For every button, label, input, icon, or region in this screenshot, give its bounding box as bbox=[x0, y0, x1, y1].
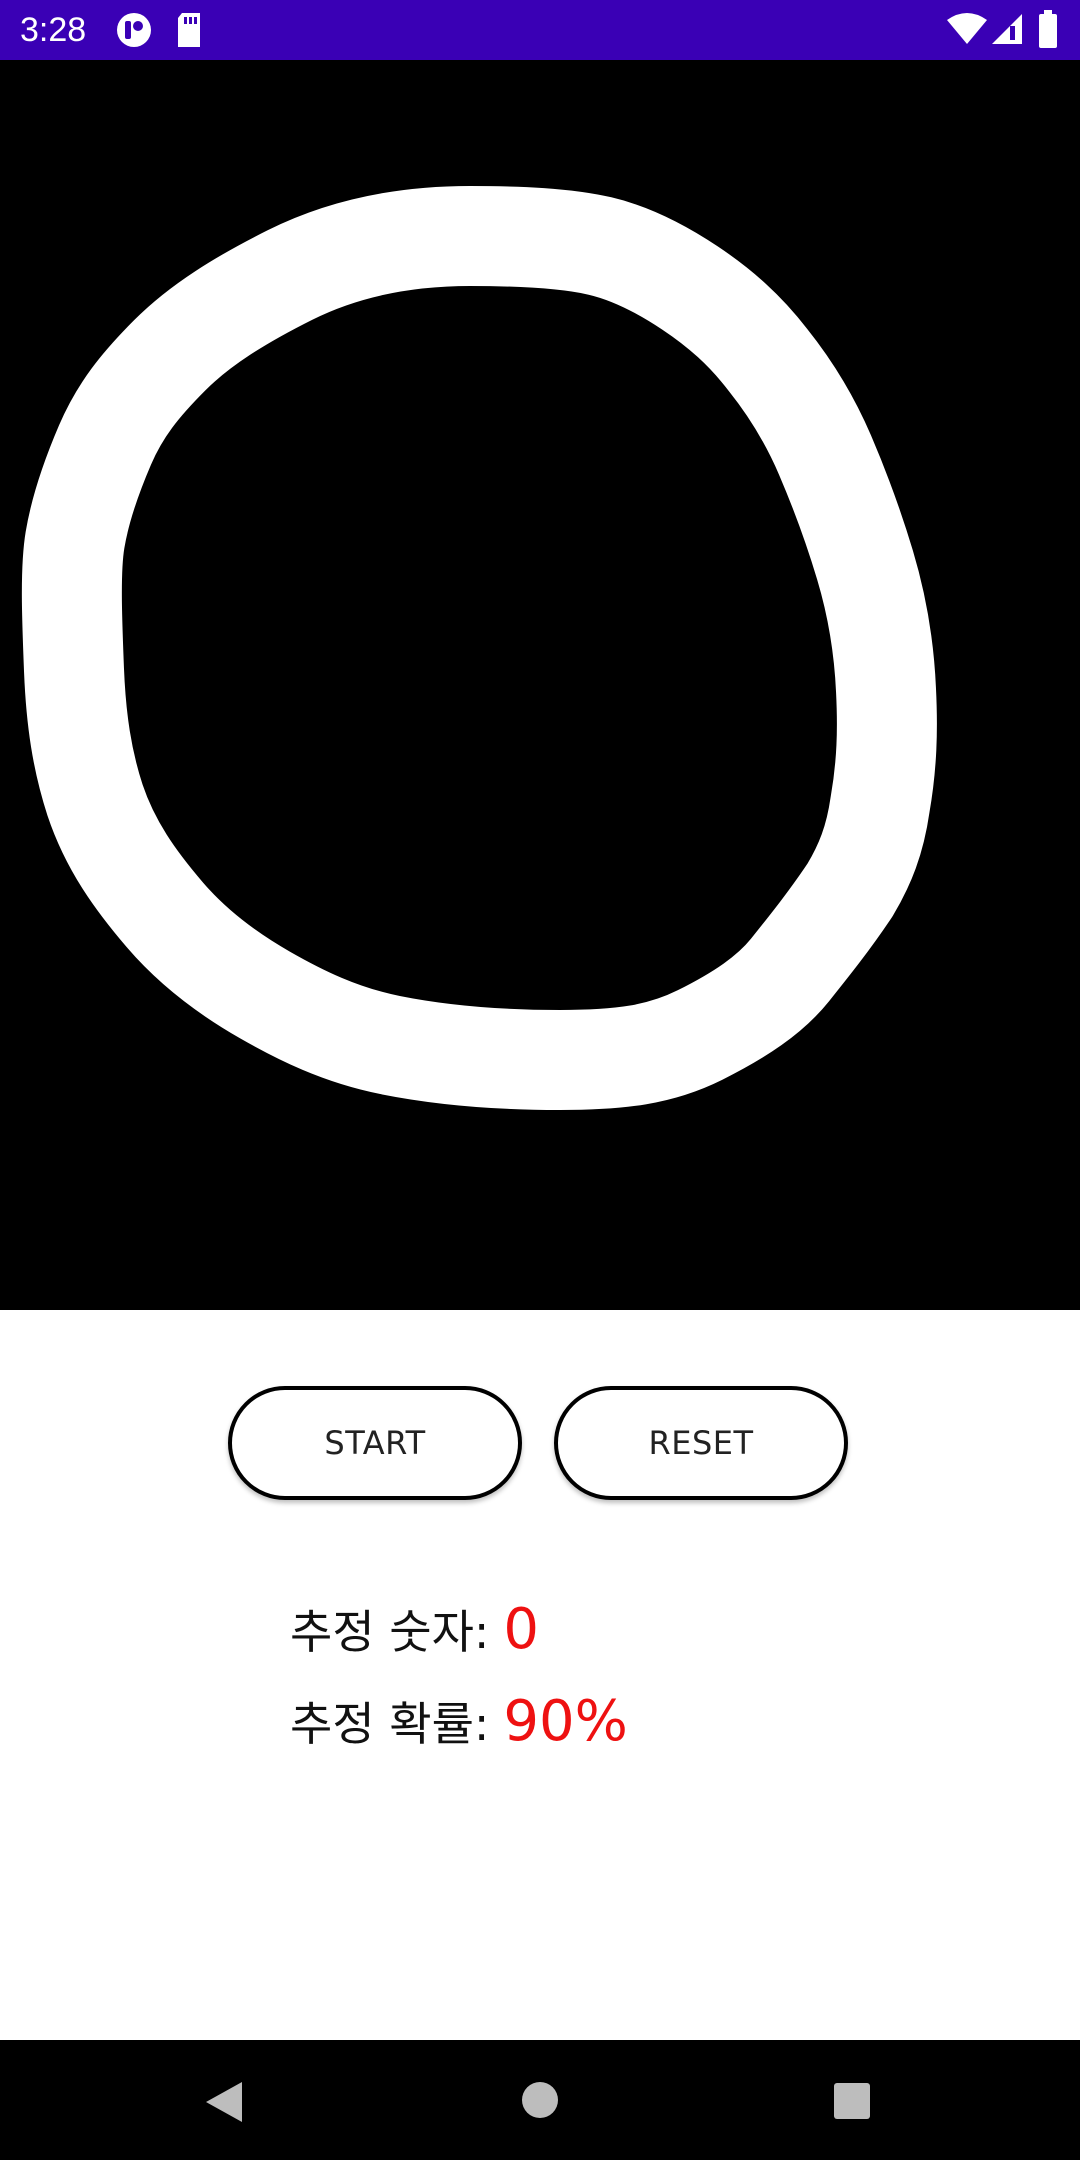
app-screen: 3:28 START RESET 추정 숫자: 0 추정 확률: 90% bbox=[0, 0, 1080, 2160]
app-notification-icon bbox=[114, 10, 154, 50]
predicted-digit-value: 0 bbox=[503, 1597, 540, 1662]
status-bar: 3:28 bbox=[0, 0, 1080, 60]
back-icon[interactable] bbox=[204, 2080, 244, 2124]
home-icon[interactable] bbox=[520, 2080, 560, 2120]
start-button[interactable]: START bbox=[228, 1386, 522, 1500]
predicted-digit-row: 추정 숫자: 0 bbox=[290, 1596, 539, 1662]
reset-button[interactable]: RESET bbox=[554, 1386, 848, 1500]
predicted-probability-label: 추정 확률: bbox=[290, 1697, 490, 1751]
sd-card-icon bbox=[174, 10, 204, 50]
predicted-probability-value: 90% bbox=[503, 1689, 628, 1754]
recents-icon[interactable] bbox=[832, 2081, 872, 2121]
navigation-bar bbox=[0, 2040, 1080, 2160]
drawing-canvas[interactable] bbox=[0, 60, 1080, 1310]
cell-signal-icon bbox=[990, 12, 1024, 46]
drawn-stroke bbox=[21, 186, 937, 1110]
wifi-icon bbox=[946, 12, 988, 46]
battery-icon bbox=[1038, 10, 1058, 48]
status-time: 3:28 bbox=[20, 11, 87, 49]
predicted-digit-label: 추정 숫자: bbox=[290, 1605, 490, 1659]
predicted-probability-row: 추정 확률: 90% bbox=[290, 1688, 628, 1754]
